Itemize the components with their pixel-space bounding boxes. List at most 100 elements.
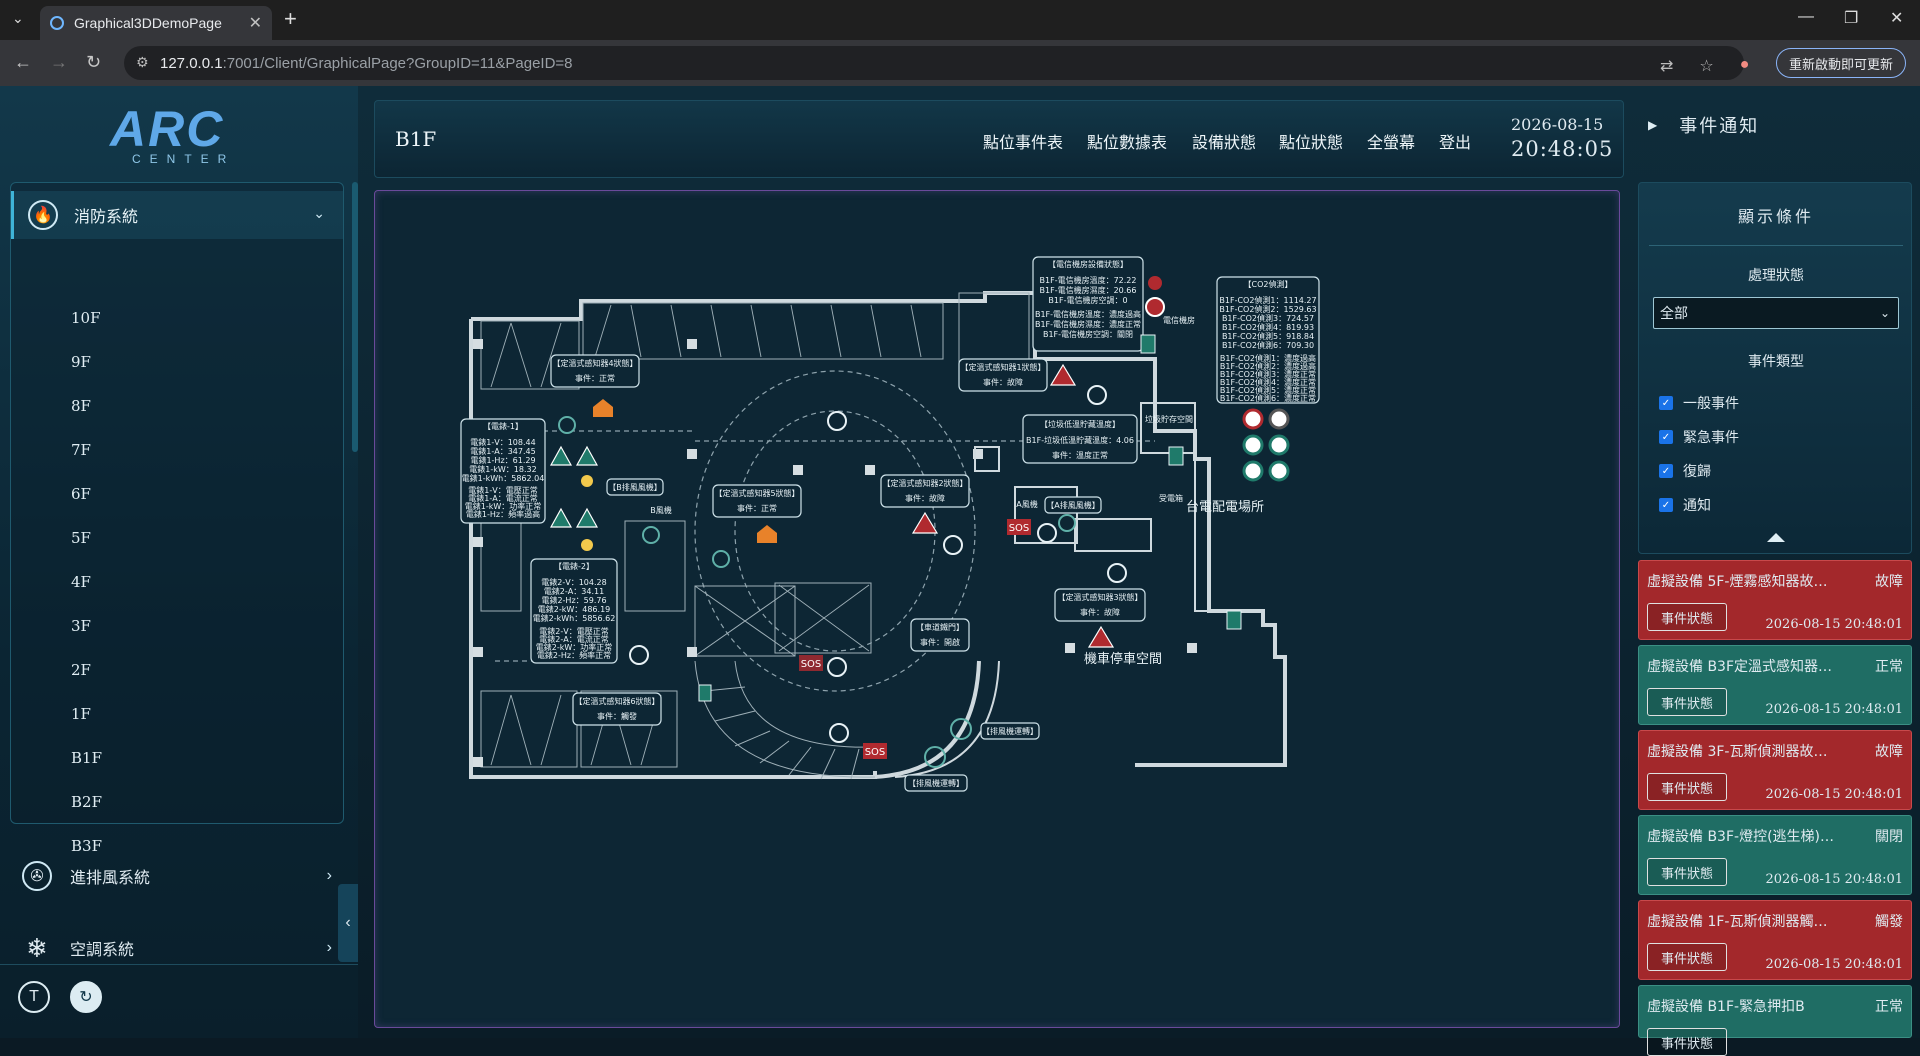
floor-item-b3f[interactable]: B3F <box>71 837 102 855</box>
electric-warning-icons[interactable] <box>549 445 599 528</box>
type-reset-checkbox[interactable]: ✓ 復歸 <box>1659 461 1711 481</box>
telecom-status-label[interactable]: 【電信機房設備狀態】 B1F-電信機房溫度：72.22 B1F-電信機房濕度：2… <box>1032 256 1144 352</box>
chevron-down-icon[interactable]: ⌄ <box>313 205 325 222</box>
nav-point-data-table[interactable]: 點位數據表 <box>1087 129 1167 153</box>
update-button[interactable]: 重新啟動即可更新 <box>1776 48 1906 78</box>
shutter-label[interactable]: 【車道鐵門】 事件：開啟 <box>910 618 970 652</box>
meter2-status-label[interactable]: 【電錶-2】 電錶2-V：104.28 電錶2-A：34.11 電錶2-Hz：5… <box>530 558 618 664</box>
floor-item-9f[interactable]: 9F <box>71 353 91 371</box>
profile-avatar-icon[interactable]: ● <box>1740 56 1750 76</box>
shutter-state: 事件：開啟 <box>920 637 960 647</box>
exhaust2-label[interactable]: 【排風機運轉】 <box>904 774 968 792</box>
minimize-icon[interactable]: — <box>1798 8 1814 26</box>
event-card[interactable]: 虛擬設備 3F-瓦斯偵測器故障A1 故障 事件狀態 2026-08-15 20:… <box>1638 730 1912 810</box>
room-motorcycle-parking: 機車停車空間 <box>1084 651 1162 667</box>
gas-drop-icon[interactable] <box>1148 276 1162 290</box>
menu-aircon-system[interactable]: ❄ 空調系統 › <box>22 928 332 968</box>
floor-item-10f[interactable]: 10F <box>71 309 101 327</box>
nav-logout[interactable]: 登出 <box>1439 129 1471 153</box>
type-general-checkbox[interactable]: ✓ 一般事件 <box>1659 393 1739 413</box>
menu-fire-system[interactable]: 🔥 消防系統 ⌄ <box>11 191 343 239</box>
exhaust1-label[interactable]: 【排風機運轉】 <box>980 722 1040 740</box>
expand-triangle-icon[interactable]: ▶ <box>1648 118 1657 132</box>
detector6-label[interactable]: 【定溫式感知器6狀態】 事件：觸發 <box>572 692 662 726</box>
checkbox-checked-icon[interactable]: ✓ <box>1659 396 1673 410</box>
new-tab-icon[interactable]: + <box>284 6 297 32</box>
co2-sensor-badges[interactable] <box>1242 408 1290 482</box>
event-card[interactable]: 虛擬設備 B3F定溫式感知器觸發… 正常 事件狀態 2026-08-15 20:… <box>1638 645 1912 725</box>
floor-item-3f[interactable]: 3F <box>71 617 91 635</box>
checkbox-checked-icon[interactable]: ✓ <box>1659 430 1673 444</box>
fan-a-label[interactable]: 【A排風風機】 A風機 <box>1016 496 1102 514</box>
checkbox-checked-icon[interactable]: ✓ <box>1659 498 1673 512</box>
garbage-temp-label[interactable]: 【垃圾低溫貯藏溫度】 B1F-垃圾低溫貯藏溫度：4.06 事件：溫度正常 <box>1022 414 1138 464</box>
fire-system-menu: 🔥 消防系統 ⌄ 10F 9F 8F 7F 6F 5F 4F 3F 2F 1F … <box>10 182 344 855</box>
reload-icon[interactable]: ↻ <box>86 52 101 73</box>
type-notice-checkbox[interactable]: ✓ 通知 <box>1659 495 1711 515</box>
tab-search-icon[interactable]: ⌄ <box>12 10 24 27</box>
event-card[interactable]: 虛擬設備 B3F-燈控(逃生梯)11 關閉 事件狀態 2026-08-15 20… <box>1638 815 1912 895</box>
floor-item-5f[interactable]: 5F <box>71 529 91 547</box>
back-icon[interactable]: ← <box>14 52 32 73</box>
nav-point-event-table[interactable]: 點位事件表 <box>983 129 1063 153</box>
sidebar-scrollbar[interactable] <box>352 182 358 452</box>
chevron-down-icon: ⌄ <box>1879 306 1890 320</box>
detector5-label[interactable]: 【定溫式感知器5狀態】 事件：正常 <box>712 484 802 518</box>
nav-device-status[interactable]: 設備狀態 <box>1192 129 1256 153</box>
floor-item-b1f[interactable]: B1F <box>71 749 102 767</box>
event-status-button[interactable]: 事件狀態 <box>1647 773 1727 801</box>
meter1-status-label[interactable]: 【電錶-1】 電錶1-V：108.44 電錶1-A：347.45 電錶1-Hz：… <box>460 418 546 524</box>
co2-status-label[interactable]: 【CO2偵測】 B1F-CO2偵測1：1114.27 B1F-CO2偵測2：15… <box>1216 276 1320 404</box>
power-icon[interactable] <box>1145 297 1165 317</box>
bookmark-star-icon[interactable]: ☆ <box>1699 56 1713 76</box>
room-garbage: 垃圾貯存空間 <box>1145 414 1193 424</box>
sync-icon[interactable]: ↻ <box>70 981 102 1013</box>
checkbox-checked-icon[interactable]: ✓ <box>1659 464 1673 478</box>
event-card[interactable]: 虛擬設備 5F-煙霧感知器故障B 故障 事件狀態 2026-08-15 20:4… <box>1638 560 1912 640</box>
floor-item-2f[interactable]: 2F <box>71 661 91 679</box>
detector4-label[interactable]: 【定溫式感知器4狀態】 事件：正常 <box>550 354 640 388</box>
nav-point-status[interactable]: 點位狀態 <box>1279 129 1343 153</box>
sos-marker[interactable]: SOS <box>799 655 823 671</box>
type-emergency-checkbox[interactable]: ✓ 緊急事件 <box>1659 427 1739 447</box>
fan-b-label[interactable]: 【B排風風機】 B風機 <box>606 478 672 515</box>
close-tab-icon[interactable]: ✕ <box>249 13 262 33</box>
detector2-label[interactable]: 【定溫式感知器2狀態】 事件：故障 <box>880 474 970 508</box>
forward-icon[interactable]: → <box>50 52 68 73</box>
event-status-button[interactable]: 事件狀態 <box>1647 943 1727 971</box>
site-info-icon[interactable]: ⚙ <box>136 54 149 71</box>
event-name: 虛擬設備 3F-瓦斯偵測器故障A1 <box>1647 744 1835 760</box>
event-status-button[interactable]: 事件狀態 <box>1647 858 1727 886</box>
meter2-line: 電錶2-A：34.11 <box>544 586 604 596</box>
filter-title: 顯示條件 <box>1737 207 1814 226</box>
sidebar-collapse-button[interactable]: ‹ <box>338 884 358 962</box>
event-name: 虛擬設備 B1F-緊急押扣B <box>1647 999 1805 1015</box>
translate-icon[interactable]: ⇄ <box>1660 56 1673 76</box>
event-card[interactable]: 虛擬設備 B1F-緊急押扣B 正常 事件狀態 <box>1638 985 1912 1056</box>
floor-item-7f[interactable]: 7F <box>71 441 91 459</box>
event-status-button[interactable]: 事件狀態 <box>1647 603 1727 631</box>
status-select[interactable]: 全部 ⌄ <box>1653 297 1899 329</box>
close-window-icon[interactable]: ✕ <box>1890 8 1903 28</box>
browser-tab[interactable]: Graphical3DDemoPage ✕ <box>40 6 272 40</box>
floor-plan-map[interactable]: 【電信機房設備狀態】 B1F-電信機房溫度：72.22 B1F-電信機房濕度：2… <box>374 190 1620 1028</box>
theme-toggle-button[interactable]: T <box>18 981 50 1013</box>
floor-item-8f[interactable]: 8F <box>71 397 91 415</box>
sos-marker[interactable]: SOS <box>863 743 887 759</box>
detector3-label[interactable]: 【定溫式感知器3狀態】 事件：故障 <box>1054 588 1146 622</box>
floor-item-6f[interactable]: 6F <box>71 485 91 503</box>
event-card[interactable]: 虛擬設備 1F-瓦斯偵測器觸發2A 觸發 事件狀態 2026-08-15 20:… <box>1638 900 1912 980</box>
event-panel-header[interactable]: ▶ 事件通知 <box>1640 100 1920 150</box>
floor-item-1f[interactable]: 1F <box>71 705 91 723</box>
menu-ventilation-system[interactable]: ✇ 進排風系統 › <box>22 856 332 896</box>
event-status-button[interactable]: 事件狀態 <box>1647 1028 1727 1056</box>
floor-item-4f[interactable]: 4F <box>71 573 91 591</box>
restore-icon[interactable]: ❐ <box>1844 8 1858 28</box>
sos-marker[interactable]: SOS <box>1007 519 1031 535</box>
floor-item-b2f[interactable]: B2F <box>71 793 102 811</box>
event-status-button[interactable]: 事件狀態 <box>1647 688 1727 716</box>
url-field[interactable]: ⚙ 127.0.0.1:7001/Client/GraphicalPage?Gr… <box>124 46 1744 80</box>
collapse-up-icon[interactable] <box>1767 533 1785 542</box>
detector1-label[interactable]: 【定溫式感知器1狀態】 事件：故障 <box>958 358 1048 392</box>
nav-fullscreen[interactable]: 全螢幕 <box>1367 129 1415 153</box>
